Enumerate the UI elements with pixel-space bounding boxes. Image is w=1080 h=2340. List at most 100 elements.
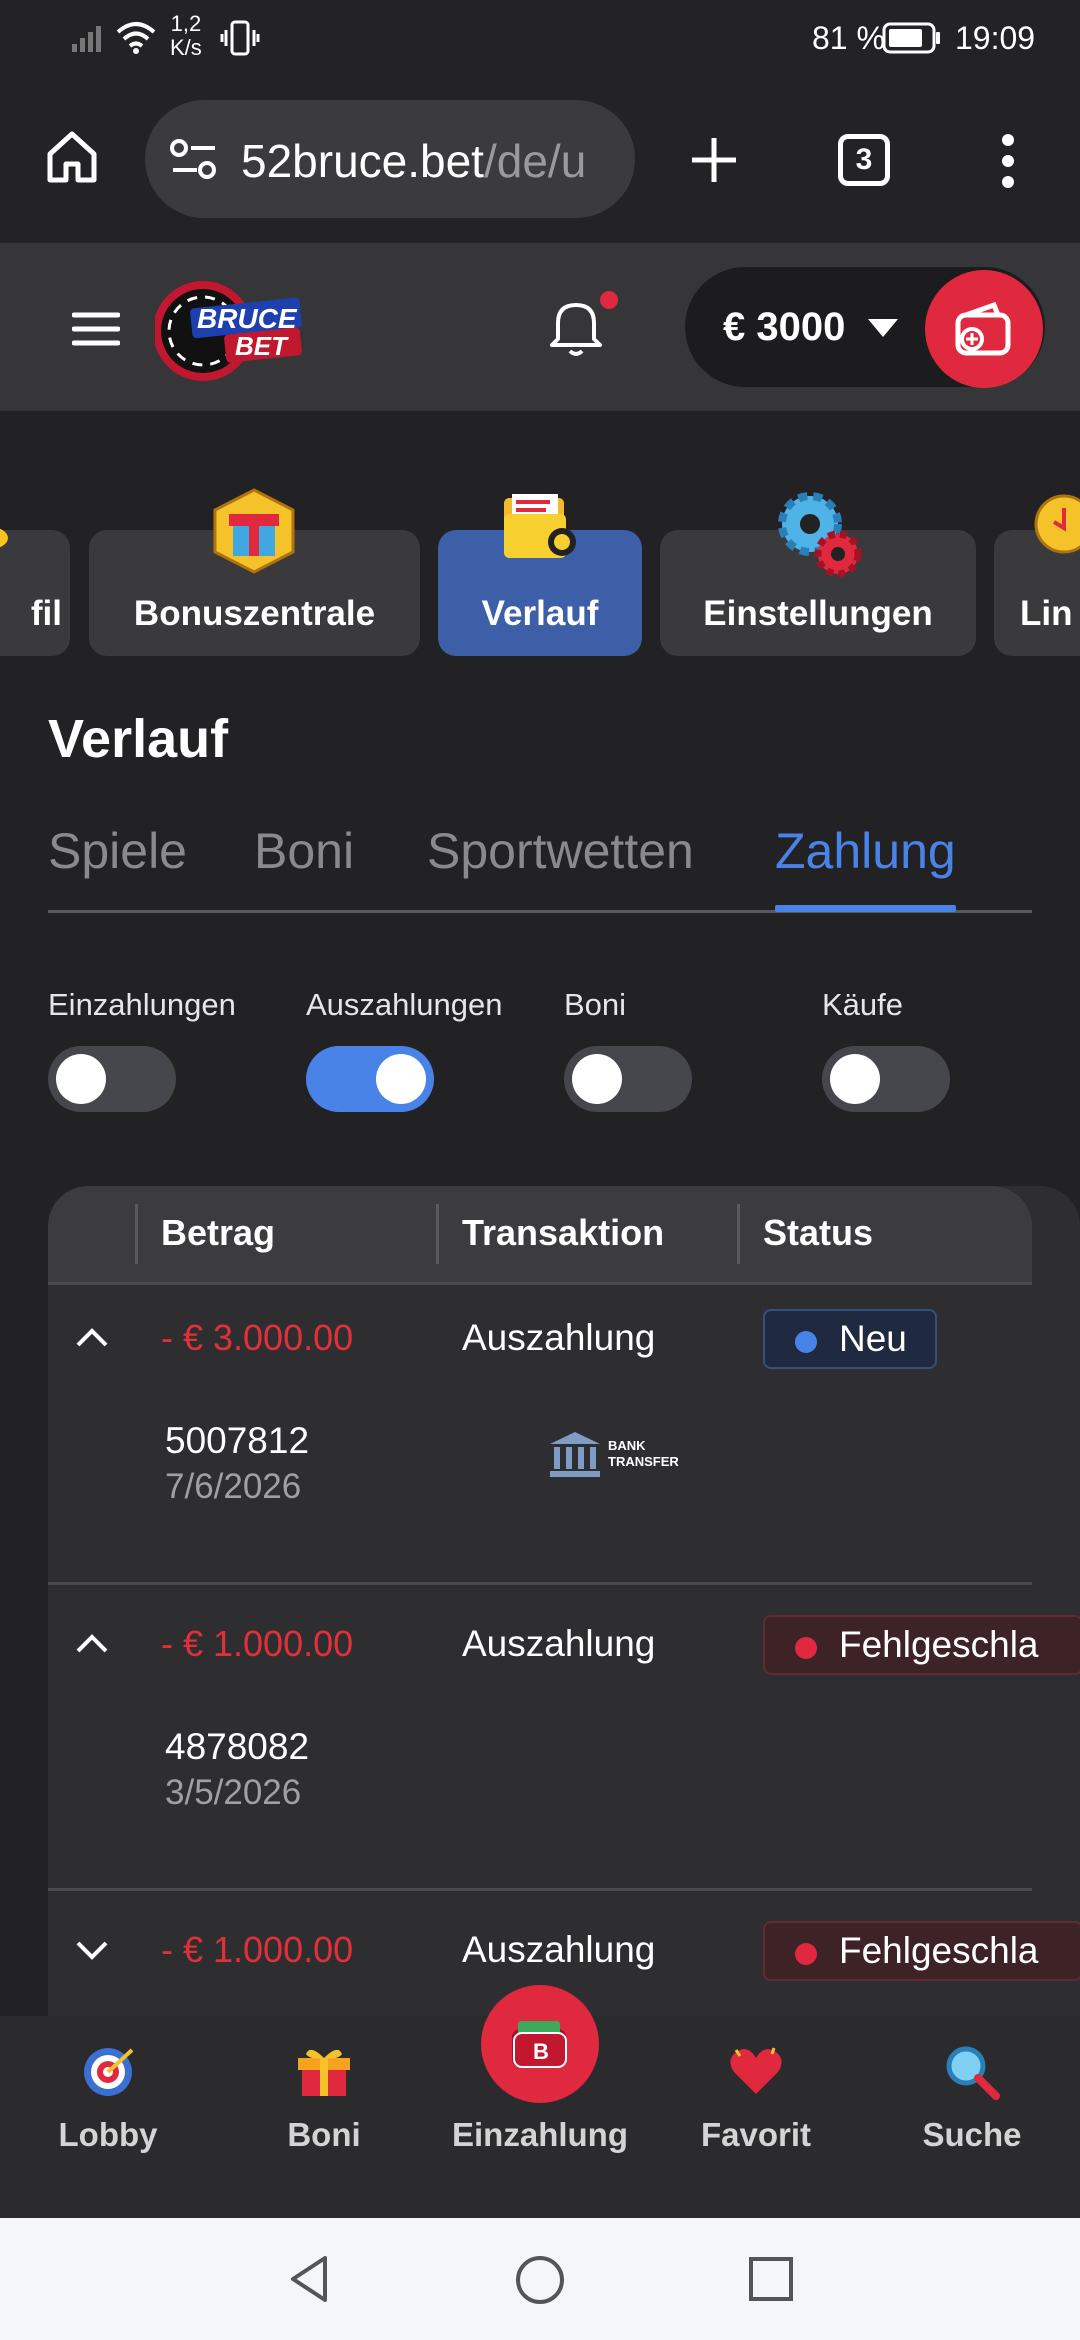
category-verlauf[interactable]: Verlauf [438,494,642,656]
heart-icon [730,2047,782,2094]
row-transaction: Auszahlung [462,1929,656,1970]
speed-unit: K/s [170,35,202,60]
deposit-fab[interactable]: B [481,1985,599,2103]
tab-zahlung[interactable]: Zahlung [775,822,956,880]
vibrate-icon [220,20,260,56]
gears-icon [778,492,862,578]
url-path: /de/u [483,135,587,187]
bank-transfer-text-2: TRANSFER [608,1454,679,1469]
filter-label-kaeufe: Käufe [822,987,904,1022]
row-reference-id: 4878082 [165,1726,310,1767]
bank-icon [550,1432,600,1477]
row-transaction: Auszahlung [462,1317,656,1358]
row-date: 3/5/2026 [165,1773,302,1812]
nav-lobby[interactable]: Lobby [0,2016,216,2218]
nav-label: Lobby [58,2116,158,2153]
svg-text:B: B [533,2039,549,2064]
nav-label: Suche [922,2116,1022,2153]
category-label: Einstellungen [703,594,933,633]
category-limits[interactable]: Lin [994,494,1080,656]
toggle-knob [56,1054,106,1104]
notifications-button[interactable] [548,291,618,361]
category-label: Lin [1020,594,1073,633]
hamburger-menu-icon[interactable] [72,311,120,347]
recents-icon[interactable] [748,2256,794,2302]
row-date: 7/6/2026 [165,1467,302,1506]
transactions-table: Betrag Transaktion Status - € 3.000.00 A… [48,1186,1080,2020]
signal-icon [72,26,101,52]
active-tab-indicator [775,905,956,912]
category-bonuszentrale[interactable]: Bonuszentrale [89,488,420,656]
toggle-knob [830,1054,880,1104]
chevron-up-icon[interactable] [74,1325,110,1349]
notification-dot [600,291,618,309]
category-label: Verlauf [481,594,599,633]
status-dot [795,1943,817,1965]
toggle-auszahlungen[interactable] [306,1046,434,1112]
row-amount: - € 1.000.00 [161,1929,354,1970]
category-label: Bonuszentrale [133,594,376,633]
tab-sportwetten[interactable]: Sportwetten [427,822,694,880]
column-divider [436,1204,439,1264]
gift-icon [298,2049,350,2096]
filter-label-auszahlungen: Auszahlungen [306,987,503,1022]
back-icon[interactable] [287,2254,331,2304]
battery-percent: 81 % [812,20,885,56]
toggle-boni[interactable] [564,1046,692,1112]
history-folder-icon [504,494,576,558]
wallet-plus-icon [955,301,1011,356]
nav-boni[interactable]: Boni [216,2016,432,2218]
menu-dots-icon[interactable] [996,132,1020,190]
balance-amount: € 3000 [723,305,846,349]
status-bar: 1,2 K/s 81 % 19:09 [0,0,1080,78]
column-divider [737,1204,740,1264]
column-divider [135,1204,138,1264]
tab-spiele[interactable]: Spiele [48,822,187,880]
nav-label: Favorit [700,2116,812,2153]
toggle-einzahlungen[interactable] [48,1046,176,1112]
row-amount: - € 1.000.00 [161,1623,354,1664]
wallet-icon: B [512,2021,567,2068]
table-row[interactable]: - € 1.000.00 Auszahlung Fehlgeschla 4878… [48,1585,1080,1889]
system-navigation-bar [0,2218,1080,2340]
bank-transfer-logo: BANK TRANSFER [548,1430,688,1480]
category-profile[interactable]: fil [0,528,70,656]
status-badge: Fehlgeschla [763,1921,1080,1981]
url-text[interactable]: 52bruce.bet/de/u [241,134,586,188]
row-transaction: Auszahlung [462,1623,656,1664]
category-label: fil [30,594,62,633]
nav-label: Boni [287,2116,361,2153]
address-bar[interactable]: 52bruce.bet/de/u [145,100,635,218]
nav-label: Einzahlung [452,2116,628,2153]
chevron-up-icon[interactable] [74,1631,110,1655]
network-speed: 1,2 K/s [170,12,202,60]
site-logo[interactable]: BRUCE BET [155,281,310,381]
status-dot [795,1637,817,1659]
speed-value: 1,2 [170,11,202,36]
toggle-knob [572,1054,622,1104]
nav-favorit[interactable]: Favorit [648,2016,864,2218]
chevron-down-icon[interactable] [74,1937,110,1961]
status-badge: Neu [763,1309,937,1369]
limits-icon [1034,494,1080,554]
bell-icon [550,303,602,356]
chevron-down-icon [868,319,898,337]
bank-transfer-text-1: BANK [608,1438,646,1453]
nav-suche[interactable]: Suche [864,2016,1080,2218]
category-einstellungen[interactable]: Einstellungen [660,492,976,656]
filter-label-einzahlungen: Einzahlungen [48,987,236,1022]
column-header-status: Status [763,1212,874,1253]
home-icon[interactable] [44,128,100,184]
tab-boni[interactable]: Boni [254,822,354,880]
column-header-transaktion: Transaktion [462,1212,665,1253]
toggle-kaeufe[interactable] [822,1046,950,1112]
deposit-wallet-button[interactable] [925,270,1043,388]
tabs-button[interactable]: 3 [838,134,890,186]
logo-text-bottom: BET [235,331,287,361]
site-settings-icon[interactable] [169,136,219,182]
new-tab-icon[interactable] [688,134,740,186]
target-icon [84,2048,134,2096]
home-circle-icon[interactable] [514,2254,566,2306]
row-reference-id: 5007812 [165,1420,310,1461]
page-title: Verlauf [48,709,229,769]
